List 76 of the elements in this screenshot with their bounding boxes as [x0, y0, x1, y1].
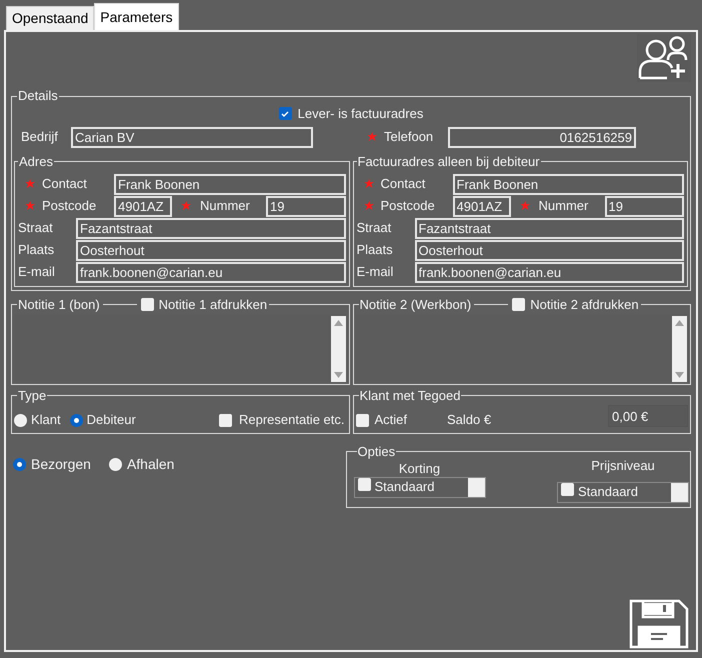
- radio-button[interactable]: [108, 458, 122, 470]
- group-title: Details: [18, 88, 58, 103]
- add-user-icon[interactable]: [637, 34, 691, 82]
- required-icon: [362, 178, 374, 190]
- group-title: Factuuradres alleen bij debiteur: [358, 154, 540, 168]
- field-label: Bedrijf: [21, 128, 59, 146]
- checkbox-label: Actief: [374, 411, 408, 430]
- input-field[interactable]: 4901AZ: [452, 196, 510, 216]
- field-label: Plaats: [18, 241, 56, 260]
- save-icon[interactable]: [629, 599, 689, 649]
- required-icon: [366, 131, 378, 143]
- input-field[interactable]: 4901AZ: [114, 196, 172, 216]
- input-field[interactable]: frank.boonen@carian.eu: [414, 262, 684, 282]
- checkbox-label: Notitie 2 afdrukken: [530, 296, 639, 314]
- group-title: Notitie 2 (Werkbon): [358, 296, 472, 314]
- field-label: Prijsniveau: [591, 458, 655, 474]
- input-field[interactable]: Carian BV: [71, 126, 313, 148]
- dropdown-button[interactable]: [468, 478, 484, 496]
- radio-button[interactable]: [13, 458, 26, 470]
- field-label: Telefoon: [384, 128, 434, 146]
- field-label: Plaats: [356, 241, 394, 260]
- checkbox-label: Representatie etc.: [238, 411, 344, 430]
- required-icon: [180, 200, 192, 212]
- field-label: Contact: [42, 175, 88, 194]
- required-icon: [24, 178, 36, 190]
- required-icon: [362, 200, 374, 212]
- input-field[interactable]: Fazantstraat: [76, 218, 346, 238]
- dropdown-button[interactable]: [671, 482, 688, 502]
- input-field[interactable]: Fazantstraat: [414, 218, 684, 238]
- field-label: Korting: [398, 460, 440, 476]
- checkbox[interactable]: [358, 478, 370, 491]
- checkbox[interactable]: [561, 483, 574, 496]
- checkbox[interactable]: [278, 107, 292, 120]
- checkbox[interactable]: [512, 298, 526, 311]
- option-select[interactable]: Standaard: [557, 482, 689, 502]
- field-label: Nummer: [200, 197, 251, 216]
- required-icon: [24, 200, 36, 212]
- input-field[interactable]: frank.boonen@carian.eu: [76, 262, 346, 282]
- input-field[interactable]: 19: [266, 196, 346, 216]
- input-field[interactable]: 19: [604, 196, 684, 216]
- checkbox-label: Notitie 1 afdrukken: [158, 296, 268, 314]
- radio-label: Afhalen: [126, 454, 174, 474]
- field-label: Saldo €: [447, 411, 492, 430]
- check-icon: [280, 108, 290, 119]
- field-label: Postcode: [380, 197, 436, 216]
- radio-label: Bezorgen: [31, 454, 91, 474]
- group-title: Opties: [358, 444, 396, 458]
- group-title: Adres: [19, 154, 53, 168]
- input-field[interactable]: Frank Boonen: [114, 174, 346, 194]
- input-field[interactable]: Oosterhout: [414, 240, 684, 260]
- checkbox[interactable]: [140, 298, 154, 311]
- option-select[interactable]: Standaard: [354, 476, 486, 498]
- radio-label: Debiteur: [86, 411, 136, 430]
- radio-label: Klant: [31, 411, 61, 430]
- tab[interactable]: Openstaand: [6, 6, 94, 30]
- input-field[interactable]: 0162516259: [448, 126, 636, 148]
- checkbox-label: Lever- is factuuradres: [298, 105, 424, 123]
- field-label: Nummer: [538, 197, 590, 216]
- field-label: E-mail: [356, 263, 394, 282]
- group-title: Notitie 1 (bon): [17, 296, 101, 314]
- checkbox[interactable]: [356, 414, 368, 426]
- field-label: Contact: [380, 175, 426, 194]
- tab[interactable]: Parameters: [94, 3, 179, 30]
- group-title: Klant met Tegoed: [360, 388, 460, 402]
- required-icon: [518, 200, 530, 212]
- input-field[interactable]: Frank Boonen: [452, 174, 684, 194]
- radio-button[interactable]: [14, 414, 27, 426]
- group-title: Type: [18, 388, 46, 402]
- field-label: Straat: [356, 219, 392, 238]
- field-label: E-mail: [18, 263, 56, 282]
- field-label: Straat: [18, 219, 54, 238]
- checkbox[interactable]: [218, 414, 232, 426]
- radio-button[interactable]: [70, 414, 83, 426]
- input-field[interactable]: Oosterhout: [76, 240, 346, 260]
- field-label: Postcode: [42, 197, 98, 216]
- input-field[interactable]: 0,00 €: [608, 405, 688, 427]
